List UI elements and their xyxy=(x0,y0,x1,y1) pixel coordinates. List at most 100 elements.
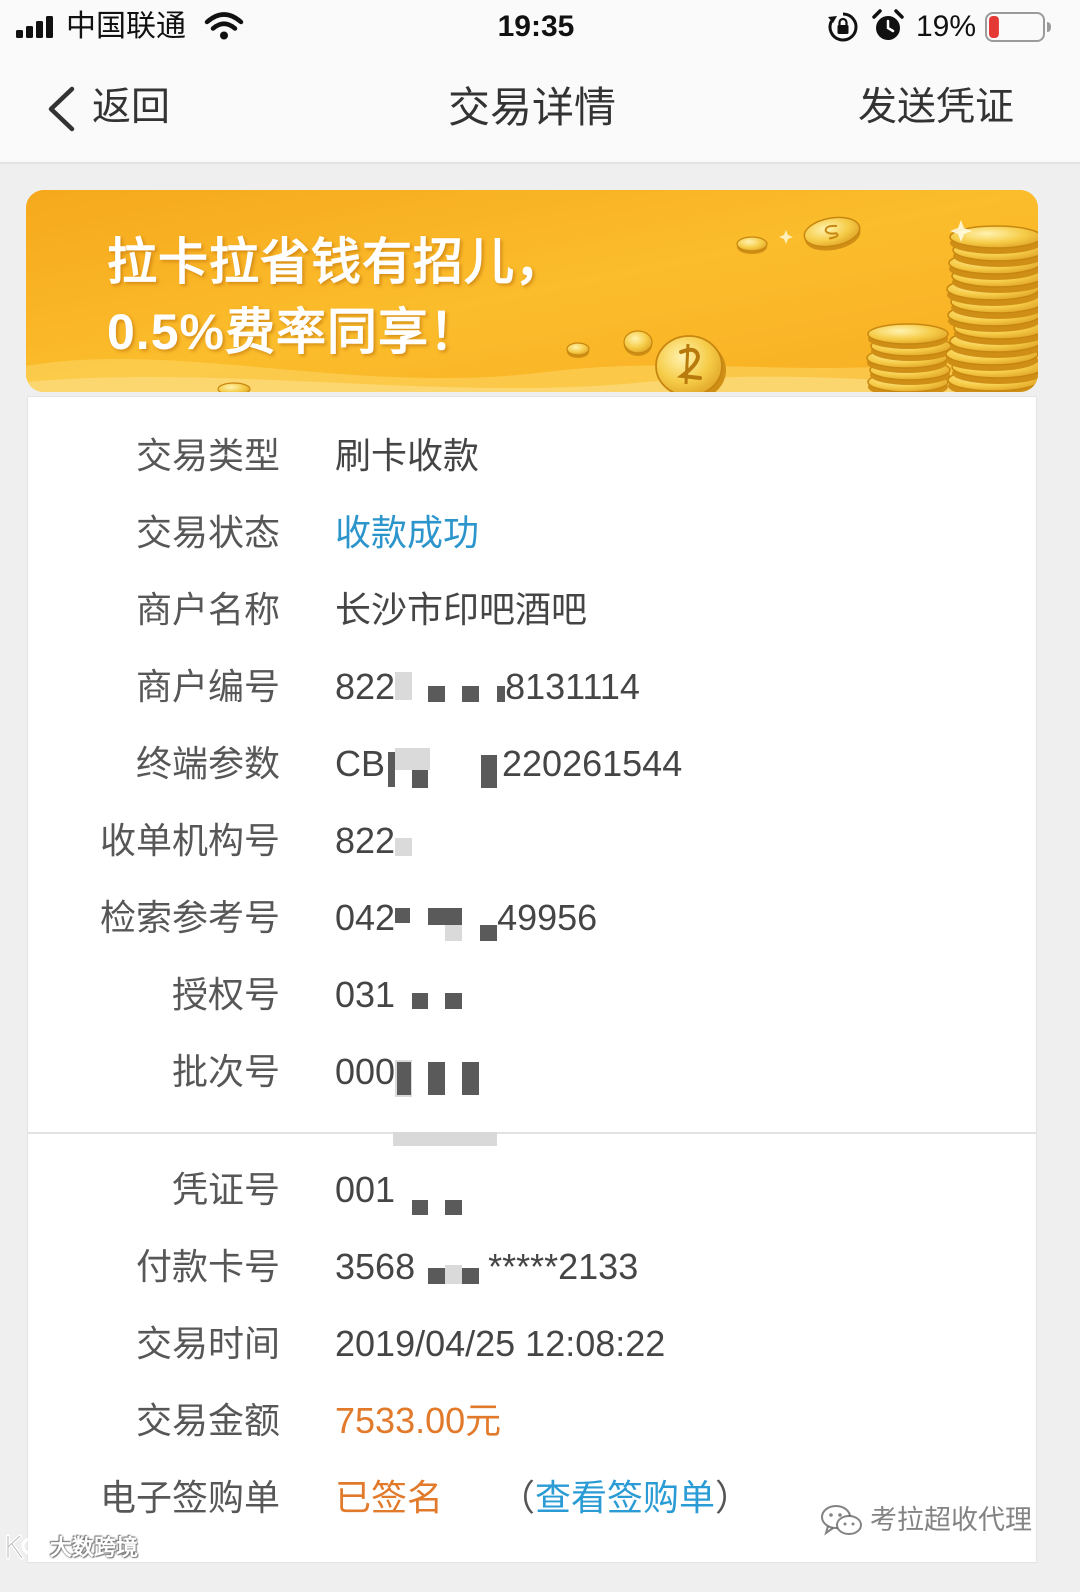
redaction-block xyxy=(412,1200,429,1215)
redaction-block xyxy=(395,838,413,856)
redaction-block xyxy=(462,686,480,702)
redaction-block xyxy=(412,770,429,788)
voucher-number-label: 凭证号 xyxy=(171,1169,280,1210)
redaction-mask xyxy=(395,1033,485,1110)
redaction-mask xyxy=(415,1228,488,1305)
detail-row: 检索参考号 042 49956 xyxy=(28,879,1036,956)
rotation-lock-icon xyxy=(828,12,858,42)
batch-number-start: 000 xyxy=(335,1051,396,1092)
reference-number-value: 042 49956 xyxy=(335,879,597,956)
redaction-block xyxy=(462,1268,480,1284)
detail-row: 交易状态 收款成功 xyxy=(28,494,1036,571)
alarm-icon xyxy=(872,9,904,40)
brand-logo-icon xyxy=(6,1534,48,1560)
redaction-block xyxy=(428,908,463,925)
merchant-name-value: 长沙市印吧酒吧 xyxy=(335,589,588,630)
detail-row: 交易类型 刷卡收款 xyxy=(28,417,1036,494)
detail-row: 付款卡号 3568 *****2133 xyxy=(28,1228,1036,1305)
redaction-block xyxy=(445,1200,463,1215)
redaction-block xyxy=(428,686,446,702)
coin-stack xyxy=(866,323,952,392)
detail-section-primary: 交易类型 刷卡收款 交易状态 收款成功 商户名称 长沙市印吧酒吧 商户编号 82… xyxy=(28,397,1036,1134)
e-receipt-value: 已签名 （查看签购单） xyxy=(335,1459,751,1536)
transaction-amount-value: 7533.00元 xyxy=(335,1400,502,1441)
card-number-label: 付款卡号 xyxy=(135,1246,280,1287)
redaction-block xyxy=(445,925,463,941)
transaction-detail-card: 交易类型 刷卡收款 交易状态 收款成功 商户名称 长沙市印吧酒吧 商户编号 82… xyxy=(28,397,1036,1562)
watermark-brand: 大数跨境 xyxy=(50,1535,139,1560)
redaction-block xyxy=(388,752,396,787)
promo-banner[interactable]: 拉卡拉省钱有招儿， 0.5%费率同享！ xyxy=(26,190,1038,392)
merchant-name-label: 商户名称 xyxy=(135,589,280,630)
reference-number-start: 042 xyxy=(335,897,396,938)
battery-icon xyxy=(985,12,1051,42)
redaction-block xyxy=(395,748,431,770)
auth-code-start: 031 xyxy=(335,974,396,1015)
detail-row: 商户名称 长沙市印吧酒吧 xyxy=(28,571,1036,648)
coin xyxy=(867,323,949,349)
voucher-number-value: 001 xyxy=(335,1151,465,1228)
terminal-params-start: CB xyxy=(335,743,386,784)
paren-close: ） xyxy=(715,1477,752,1518)
redaction-mask xyxy=(395,879,498,956)
redaction-block xyxy=(481,755,498,788)
paren-open: （ xyxy=(499,1477,536,1518)
detail-row: 批次号 000 xyxy=(28,1033,1036,1110)
redaction-block xyxy=(412,993,429,1009)
detail-row: 授权号 031 xyxy=(28,956,1036,1033)
battery-level-fill xyxy=(989,16,999,38)
reference-number-end: 49956 xyxy=(497,897,598,938)
merchant-number-start: 822 xyxy=(335,666,396,707)
transaction-status-value: 收款成功 xyxy=(335,512,480,553)
redaction-mask xyxy=(395,802,415,879)
battery-percentage: 19% xyxy=(916,10,977,43)
redaction-block xyxy=(428,1268,446,1284)
card-number-value: 3568 *****2133 xyxy=(335,1228,638,1305)
banner-headline: 拉卡拉省钱有招儿， xyxy=(107,234,566,290)
e-receipt-label: 电子签购单 xyxy=(99,1477,280,1518)
merchant-number-end: 8131114 xyxy=(505,666,640,707)
detail-row: 收单机构号 822 xyxy=(28,802,1036,879)
reference-number-label: 检索参考号 xyxy=(99,897,280,938)
redaction-mask xyxy=(395,956,465,1033)
batch-number-label: 批次号 xyxy=(171,1051,280,1092)
redaction-block xyxy=(395,908,411,923)
send-voucher-button[interactable]: 发送凭证 xyxy=(858,82,1014,134)
detail-row: 商户编号 822 8131114 xyxy=(28,648,1036,725)
coin xyxy=(566,342,590,358)
card-number-end: *****2133 xyxy=(488,1246,639,1287)
terminal-params-value: CB 220261544 xyxy=(335,725,682,802)
card-number-start: 3568 xyxy=(335,1246,416,1287)
auth-code-value: 031 xyxy=(335,956,465,1033)
transaction-time-value: 2019/04/25 12:08:22 xyxy=(335,1323,666,1364)
redaction-block xyxy=(445,993,463,1009)
signed-status: 已签名 xyxy=(335,1477,444,1518)
redaction-block xyxy=(497,686,506,702)
redaction-block xyxy=(445,1265,463,1284)
redaction-block xyxy=(480,925,498,941)
terminal-params-label: 终端参数 xyxy=(135,743,280,784)
batch-number-value: 000 xyxy=(335,1033,485,1110)
transaction-type-value: 刷卡收款 xyxy=(335,435,480,476)
detail-row: 凭证号 001 xyxy=(28,1151,1036,1228)
redaction-mask xyxy=(395,648,506,725)
coin xyxy=(217,382,251,392)
redaction-mask xyxy=(385,725,502,802)
coin-stack xyxy=(945,225,1038,392)
banner-subline: 0.5%费率同享！ xyxy=(107,304,480,360)
watermark-account: 考拉超收代理 xyxy=(870,1505,1032,1535)
redaction-block xyxy=(462,1062,480,1095)
redaction-mask xyxy=(395,1151,465,1228)
voucher-number-start: 001 xyxy=(335,1169,396,1210)
status-time: 19:35 xyxy=(497,10,575,43)
terminal-params-end: 220261544 xyxy=(502,743,683,784)
acquirer-id-start: 822 xyxy=(335,820,396,861)
coin xyxy=(736,236,768,254)
view-receipt-link[interactable]: 查看签购单 xyxy=(535,1477,715,1518)
merchant-number-label: 商户编号 xyxy=(135,666,280,707)
detail-row: 终端参数 CB 220261544 xyxy=(28,725,1036,802)
auth-code-label: 授权号 xyxy=(171,974,280,1015)
redaction-block xyxy=(395,672,413,700)
transaction-type-label: 交易类型 xyxy=(135,435,280,476)
acquirer-id-label: 收单机构号 xyxy=(99,820,280,861)
